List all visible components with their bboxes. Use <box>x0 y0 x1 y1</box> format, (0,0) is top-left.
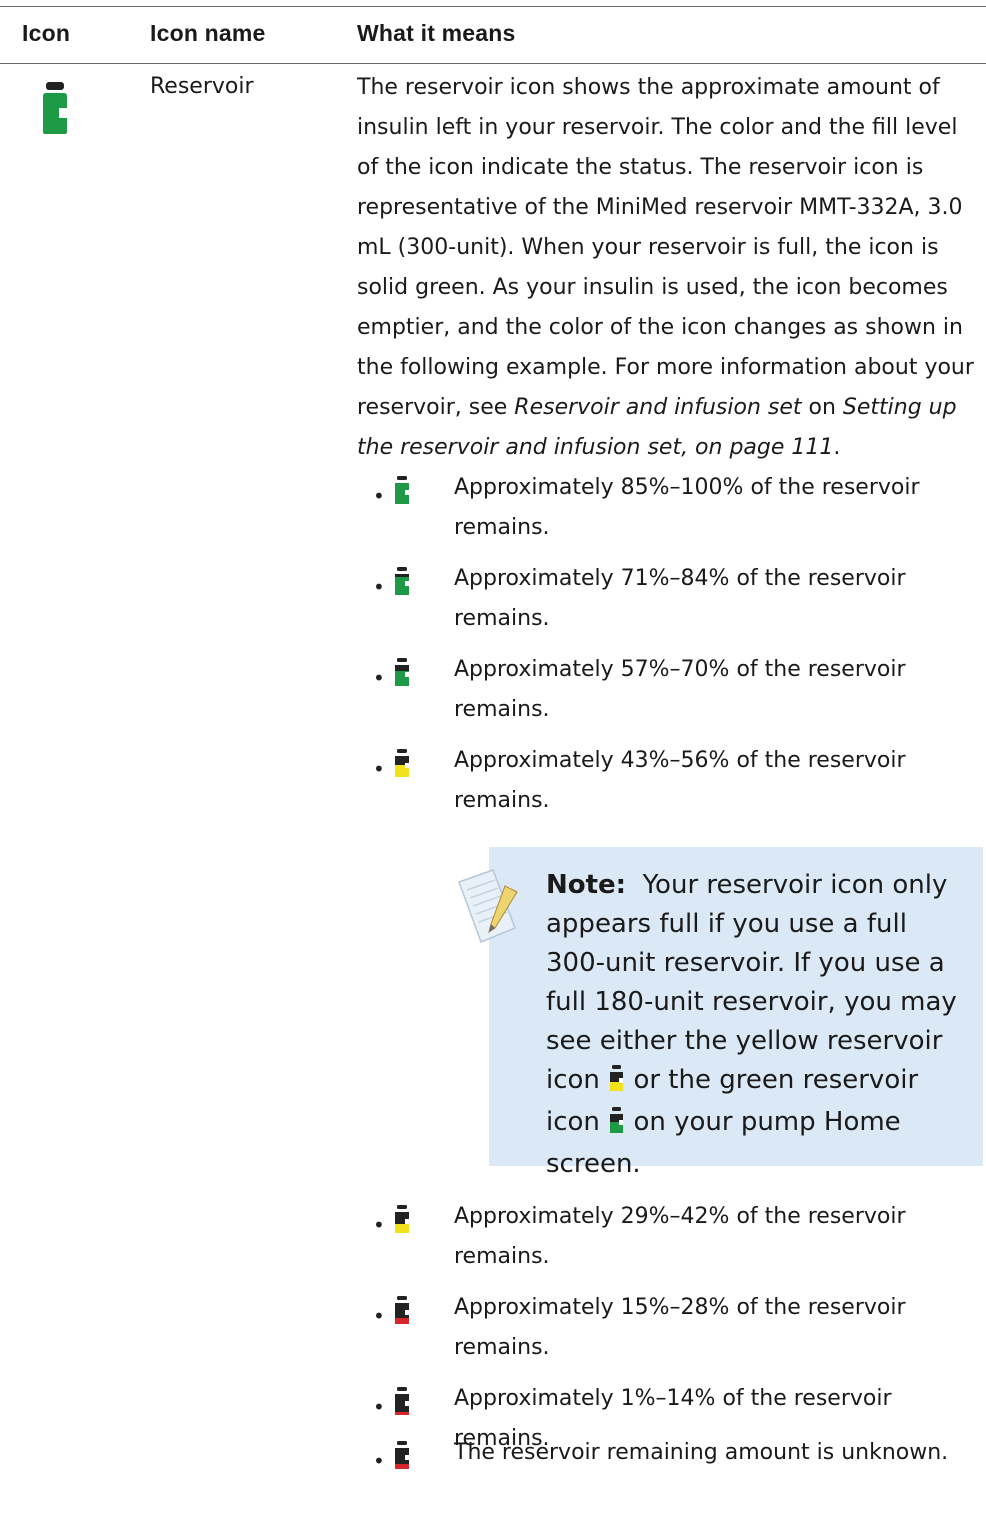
reservoir-yellow-icon <box>395 1205 409 1233</box>
reservoir-yellow-icon <box>608 1064 625 1103</box>
reservoir-icon <box>43 82 67 134</box>
reservoir-description: The reservoir icon shows the approximate… <box>357 68 979 468</box>
bullet-dot: • <box>373 757 385 781</box>
bullet-dot: • <box>373 666 385 690</box>
bullet-dot: • <box>373 1395 385 1419</box>
bullet-dot: • <box>373 1304 385 1328</box>
level-text: Approximately 57%–70% of the reservoir r… <box>454 657 906 722</box>
icon-name-reservoir: Reservoir <box>150 74 254 99</box>
note-pencil-icon <box>458 869 518 943</box>
note-text-3: on your pump Home screen. <box>546 1107 901 1179</box>
description-text: on <box>801 395 843 420</box>
header-icon-name: Icon name <box>150 20 266 46</box>
table-header-rule <box>0 63 986 64</box>
reservoir-green-icon <box>608 1106 625 1145</box>
reservoir-red-icon <box>395 1296 409 1324</box>
description-text: The reservoir icon shows the approximate… <box>357 75 974 420</box>
note-text-1: Your reservoir icon only appears full if… <box>546 870 957 1095</box>
note-label: Note: <box>546 870 627 900</box>
reservoir-green-icon <box>395 658 409 686</box>
table-top-rule <box>0 6 986 7</box>
reservoir-red-icon <box>395 1387 409 1415</box>
bullet-dot: • <box>373 1449 385 1473</box>
reservoir-green-icon <box>395 567 409 595</box>
bullet-dot: • <box>373 575 385 599</box>
level-text: Approximately 15%–28% of the reservoir r… <box>454 1295 906 1360</box>
reservoir-green-full-icon <box>395 476 409 504</box>
level-text: Approximately 71%–84% of the reservoir r… <box>454 566 906 631</box>
note-text: Note: Your reservoir icon only appears f… <box>546 866 971 1184</box>
bullet-dot: • <box>373 484 385 508</box>
header-icon: Icon <box>22 20 71 46</box>
link-reservoir-and-infusion-set[interactable]: Reservoir and infusion set <box>514 395 801 420</box>
level-text: Approximately 85%–100% of the reservoir … <box>454 475 920 540</box>
level-text: Approximately 43%–56% of the reservoir r… <box>454 748 906 813</box>
reservoir-unknown-icon <box>395 1441 409 1469</box>
header-what-it-means: What it means <box>357 20 516 46</box>
description-text: . <box>833 435 841 460</box>
level-text: The reservoir remaining amount is unknow… <box>454 1440 949 1465</box>
reservoir-yellow-icon <box>395 749 409 777</box>
bullet-dot: • <box>373 1213 385 1237</box>
level-text: Approximately 29%–42% of the reservoir r… <box>454 1204 906 1269</box>
